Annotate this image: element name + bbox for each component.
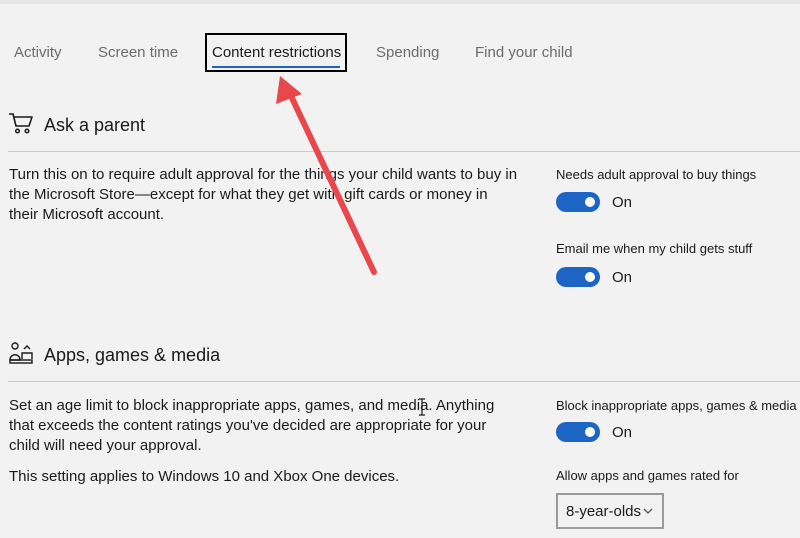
apps-games-media-icon — [8, 340, 34, 371]
tab-bar: Activity Screen time Content restriction… — [0, 36, 800, 72]
block-inappropriate-setting: On — [556, 422, 632, 442]
age-rating-label: Allow apps and games rated for — [556, 468, 739, 483]
chevron-down-icon — [642, 504, 654, 516]
apps-games-media-header: Apps, games & media — [8, 341, 220, 369]
email-me-setting: On — [556, 267, 632, 287]
tab-find-your-child[interactable]: Find your child — [475, 36, 573, 72]
toggle-state: On — [612, 193, 633, 211]
annotation-arrow — [276, 76, 377, 275]
tab-activity[interactable]: Activity — [14, 36, 62, 72]
section-title: Apps, games & media — [44, 344, 221, 365]
ask-a-parent-description: Turn this on to require adult approval f… — [9, 166, 518, 223]
content-restrictions-page: Activity Screen time Content restriction… — [0, 0, 800, 538]
age-rating-value: 8-year-olds — [566, 502, 642, 520]
tab-spending[interactable]: Spending — [376, 36, 439, 72]
section-divider — [8, 151, 800, 152]
text-cursor-icon — [418, 398, 426, 416]
active-tab-indicator — [212, 66, 340, 68]
devices-note: This setting applies to Windows 10 and X… — [9, 468, 400, 485]
adult-approval-toggle[interactable] — [556, 192, 600, 212]
age-rating-dropdown[interactable]: 8-year-olds — [556, 493, 664, 529]
tab-screen-time[interactable]: Screen time — [98, 36, 178, 72]
adult-approval-label: Needs adult approval to buy things — [556, 167, 757, 182]
apps-games-description: Set an age limit to block inappropriate … — [9, 397, 495, 454]
email-me-toggle[interactable] — [556, 267, 600, 287]
adult-approval-setting: On — [556, 192, 632, 212]
section-divider — [8, 381, 800, 382]
top-border — [0, 0, 800, 4]
ask-a-parent-header: Ask a parent — [8, 111, 145, 139]
block-inappropriate-label: Block inappropriate apps, games & media — [556, 398, 797, 413]
toggle-state: On — [612, 268, 633, 286]
toggle-state: On — [612, 423, 633, 441]
section-title: Ask a parent — [44, 114, 146, 135]
email-me-label: Email me when my child gets stuff — [556, 241, 753, 256]
shopping-cart-icon — [8, 111, 34, 140]
block-inappropriate-toggle[interactable] — [556, 422, 600, 442]
